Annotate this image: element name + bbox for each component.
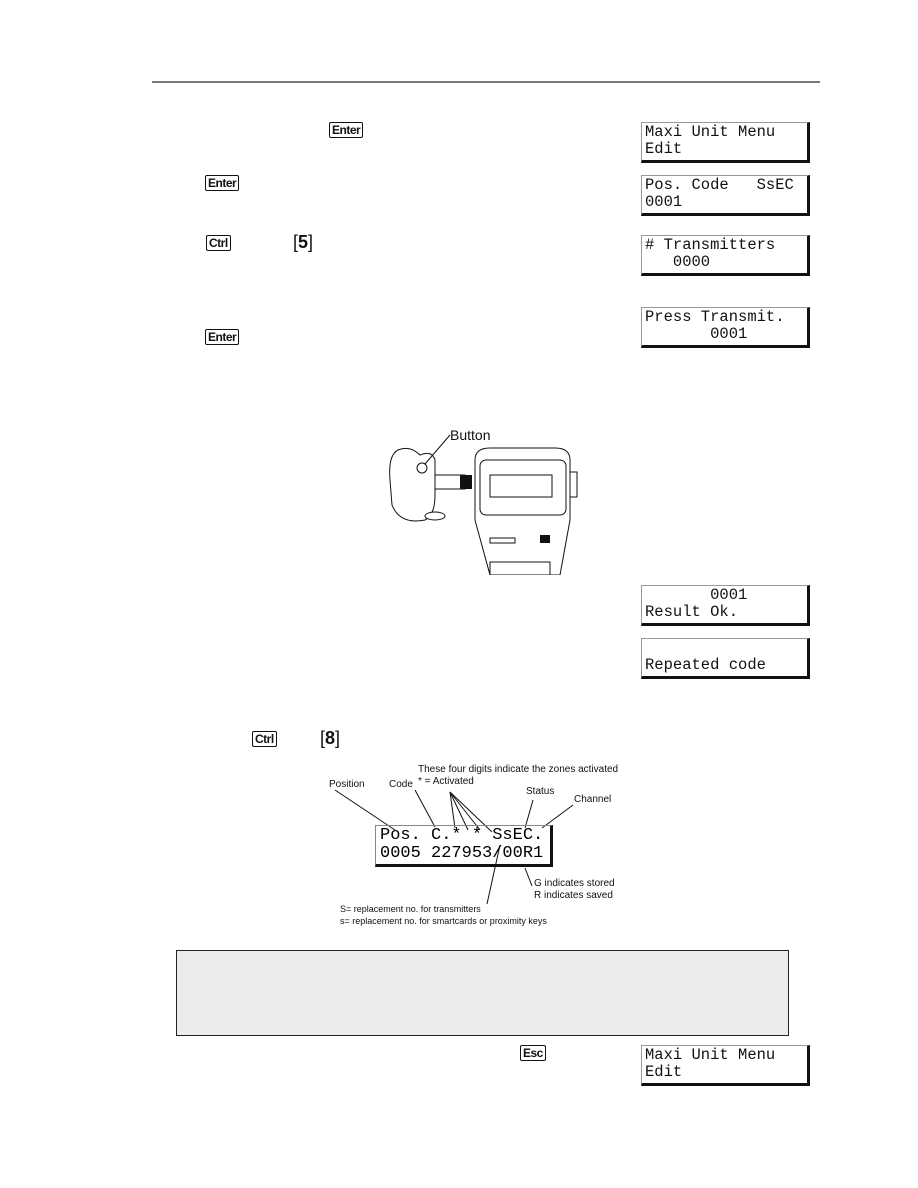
five-key-icon: 5 [293,233,313,251]
button-label: Button [450,427,491,443]
manual-page: Enter Enter Ctrl 5 Enter Ctrl 8 Esc Maxi… [0,0,918,1188]
eight-key-icon: 8 [320,729,340,747]
lcd-line: Result Ok. [645,603,739,621]
lcd-line: Pos. Code SsEC [645,176,794,194]
lcd-line: 0005 227953/00R1 [380,844,544,863]
lcd-line: Pos. C.* * SsEC. [380,826,544,845]
label-code: Code [389,779,413,790]
lcd-screen-menu-return: Maxi Unit Menu Edit [641,1045,810,1086]
lcd-line: 0001 [645,586,748,604]
enter-key-icon: Enter [205,175,240,191]
label-activated: * = Activated [418,776,474,787]
label-channel: Channel [574,794,612,805]
lcd-line: Edit [645,1063,683,1081]
lcd-line: # Transmitters [645,236,776,254]
label-stored: G indicates stored [534,878,615,889]
lcd-line: 0000 [645,253,711,271]
header-rule [152,81,820,83]
lcd-line: Maxi Unit Menu [645,1046,776,1064]
enter-key-icon: Enter [205,329,240,345]
transmitter-fob [389,447,436,522]
label-replacement-smartcards: s= replacement no. for smartcards or pro… [340,916,547,926]
lcd-screen-pos-code: Pos. Code SsEC 0001 [641,175,810,216]
transmitter-programmer-illustration [389,434,578,575]
lcd-line: Press Transmit. [645,308,785,326]
ctrl-key-icon: Ctrl [252,731,277,747]
enter-key-icon: Enter [329,122,364,138]
transmitter-button-icon [416,462,428,474]
label-status: Status [526,786,555,797]
lcd-line: 0001 [645,193,683,211]
lcd-screen-result-ok: 0001 Result Ok. [641,585,810,626]
note-box [176,950,789,1036]
label-replacement-transmitters: S= replacement no. for transmitters [340,904,481,914]
lcd-screen-press-transmit: Press Transmit. 0001 [641,307,810,348]
label-saved: R indicates saved [534,890,613,901]
lcd-line: 0001 [645,325,748,343]
lcd-line: Repeated code [645,656,766,674]
lcd-screen-transmitters: # Transmitters 0000 [641,235,810,276]
label-position: Position [329,779,365,790]
lcd-line [645,640,807,657]
lcd-line: Maxi Unit Menu [645,123,776,141]
esc-key-icon: Esc [520,1045,546,1061]
lcd-screen-repeated-code: Repeated code [641,638,810,679]
label-zones: These four digits indicate the zones act… [418,764,619,775]
ctrl-key-icon: Ctrl [206,235,231,251]
device-screen [489,474,553,498]
diagram-lcd: Pos. C.* * SsEC. 0005 227953/00R1 [375,825,553,867]
lcd-line: Edit [645,140,683,158]
lcd-screen-menu: Maxi Unit Menu Edit [641,122,810,163]
